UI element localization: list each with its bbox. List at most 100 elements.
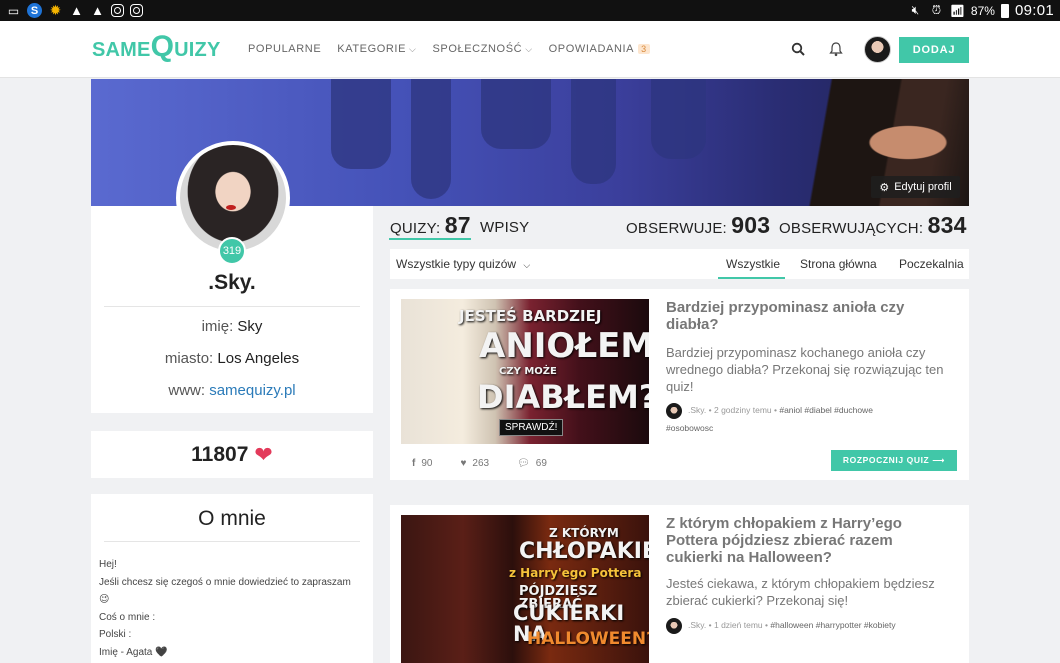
menu-kategorie-label: KATEGORIE [337,43,407,55]
quiz-thumbnail[interactable]: Z KTÓRYM CHŁOPAKIEM z Harry'ego Pottera … [401,515,649,663]
banner-drip [481,79,551,149]
hearts-count: 11807 [191,442,249,466]
comments[interactable]: 💬︎ 69 [517,458,547,469]
sun-icon: ✹ [49,2,62,18]
obserwujacych-label: OBSERWUJĄCYCH: [779,220,924,237]
menu-opowiadania-label: OPOWIADANIA [548,43,635,55]
author-avatar[interactable] [666,402,682,419]
main-menu: POPULARNE KATEGORIE ⌵ SPOŁECZNOŚĆ ⌵ OPOWIA… [248,43,666,55]
mute-icon: 🔇︎ [911,3,920,17]
thumb-text: ANIOŁEM [479,326,649,366]
about-line: 😉 [99,594,110,605]
quiz-thumbnail[interactable]: JESTEŚ BARDZIEJ ANIOŁEM CZY MOŻE DIABŁEM… [401,299,649,444]
quiz-description: Bardziej przypominasz kochanego anioła c… [666,345,944,394]
banner-drip [571,79,616,184]
thumb-text: CZY MOŻE [499,366,557,377]
thumb-text: JESTEŚ BARDZIEJ [459,307,602,325]
heart-icon: ❤ [254,441,273,467]
stat-obserwujacych[interactable]: OBSERWUJĄCYCH: 834 [779,212,967,239]
obserwuje-value: 903 [731,212,771,238]
stat-quizy[interactable]: QUIZY: 87 [390,212,471,239]
tab-strona-glowna[interactable]: Strona główna [800,257,877,271]
battery-icon [1000,3,1009,18]
about-line: Imię - Agata 🖤 [99,646,168,658]
battery-percent: 87% [970,3,995,18]
quiz-tags[interactable]: #osobowosc [666,423,713,433]
quiz-author[interactable]: .Sky. [688,620,706,630]
start-quiz-button[interactable]: ROZPOCZNIJ QUIZ ⟶ [831,450,957,471]
active-stat-underline [389,238,471,240]
quiz-title[interactable]: Bardziej przypominasz anioła czy diabła? [666,299,946,333]
divider [104,306,360,307]
menu-opowiadania[interactable]: OPOWIADANIA 3 [549,43,650,55]
opowiadania-badge: 3 [638,44,650,54]
level-badge: 319 [218,237,246,265]
quiz-filter-bar: Wszystkie typy quizów ⌵ Wszystkie Strona… [390,249,969,279]
quiz-description: Jesteś ciekawa, z którym chłopakiem będz… [666,576,935,608]
search-icon[interactable] [791,42,805,56]
wifi-icon: 📶︎ [949,3,966,18]
quiz-card[interactable]: JESTEŚ BARDZIEJ ANIOŁEM CZY MOŻE DIABŁEM… [390,289,969,480]
quiz-type-select[interactable]: Wszystkie typy quizów ⌵ [396,257,530,271]
quiz-counters: f 90 ♥ 263 💬︎ 69 [412,458,575,469]
thumb-text: SPRAWDŹ! [499,419,564,436]
obserwujacych-value: 834 [927,212,967,238]
stat-wpisy[interactable]: WPISY [480,219,529,236]
about-text: Hej! Jeśli chcesz się czegoś o mnie dowi… [99,556,351,661]
heart-icon: ♥ [460,458,467,469]
site-navbar: SAMEQUIZY POPULARNE KATEGORIE ⌵ SPOŁECZNO… [0,21,1060,78]
tab-wszystkie[interactable]: Wszystkie [726,257,780,271]
system-status-bar: ▭ S ✹ ▲ ▲ 🔇︎ ⏰︎ 📶︎ 87% 09:01 [0,0,1060,21]
samequizy-logo[interactable]: SAMEQUIZY [92,30,221,64]
gear-icon: ⚙ [879,181,890,194]
about-card: O mnie Hej! Jeśli chcesz się czegoś o mn… [91,494,373,663]
likes[interactable]: ♥ 263 [460,458,489,469]
facebook-icon: f [412,458,416,469]
author-avatar[interactable] [666,617,682,634]
status-right-icons: 🔇︎ ⏰︎ 📶︎ 87% 09:01 [908,2,1054,19]
profile-www: www: samequizy.pl [91,382,373,399]
www-label: www: [168,382,206,399]
profile-name: .Sky. [208,271,256,294]
bell-icon[interactable] [829,41,843,57]
quiz-card[interactable]: Z KTÓRYM CHŁOPAKIEM z Harry'ego Pottera … [390,505,969,663]
wpisy-label: WPISY [480,219,530,236]
menu-spolecznosc[interactable]: SPOŁECZNOŚĆ ⌵ [432,43,532,55]
menu-spolecznosc-label: SPOŁECZNOŚĆ [432,43,523,55]
app-s-icon: S [27,3,42,18]
quiz-time: • 2 godziny temu • [708,405,777,415]
comments-count: 69 [535,458,547,469]
menu-popularne[interactable]: POPULARNE [248,43,321,55]
quiz-title[interactable]: Z którym chłopakiem z Harry’ego Pottera … [666,515,946,566]
quiz-tags[interactable]: #aniol #diabel #duchowe [779,405,873,415]
about-title: O mnie [198,507,266,530]
stat-obserwuje[interactable]: OBSERWUJE: 903 [626,212,770,239]
facebook-share[interactable]: f 90 [412,458,432,469]
add-button[interactable]: DODAJ [899,37,969,63]
miasto-value: Los Angeles [217,350,300,367]
banner-drip [411,79,451,199]
quiz-type-label: Wszystkie typy quizów [396,257,517,271]
quiz-meta: .Sky. • 1 dzień temu • #halloween #harry… [666,616,946,634]
menu-kategorie[interactable]: KATEGORIE ⌵ [337,43,416,55]
user-avatar[interactable] [864,36,891,63]
edit-profile-button[interactable]: ⚙ Edytuj profil [871,176,960,198]
quiz-author[interactable]: .Sky. [688,405,706,415]
hearts-card: 11807 ❤ [91,431,373,478]
quiz-tags[interactable]: #halloween #harrypotter #kobiety [770,620,895,630]
active-tab-underline [718,277,785,279]
tab-poczekalnia[interactable]: Poczekalnia [899,257,964,271]
quiz-meta: .Sky. • 2 godziny temu • #aniol #diabel … [666,401,946,437]
chevron-down-icon: ⌵ [409,44,417,54]
divider [104,541,360,542]
logo-uizy: UIZY [174,39,221,61]
warning-icon-2: ▲ [91,3,104,18]
quiz-time: • 1 dzień temu • [708,620,768,630]
clock: 09:01 [1014,2,1054,19]
profile-miasto: miasto: Los Angeles [91,350,373,367]
instagram-icon-2 [130,4,143,17]
imie-label: imię: [201,318,234,335]
www-link[interactable]: samequizy.pl [209,382,295,399]
banner-drip [651,79,706,159]
chevron-down-icon: ⌵ [523,260,531,270]
